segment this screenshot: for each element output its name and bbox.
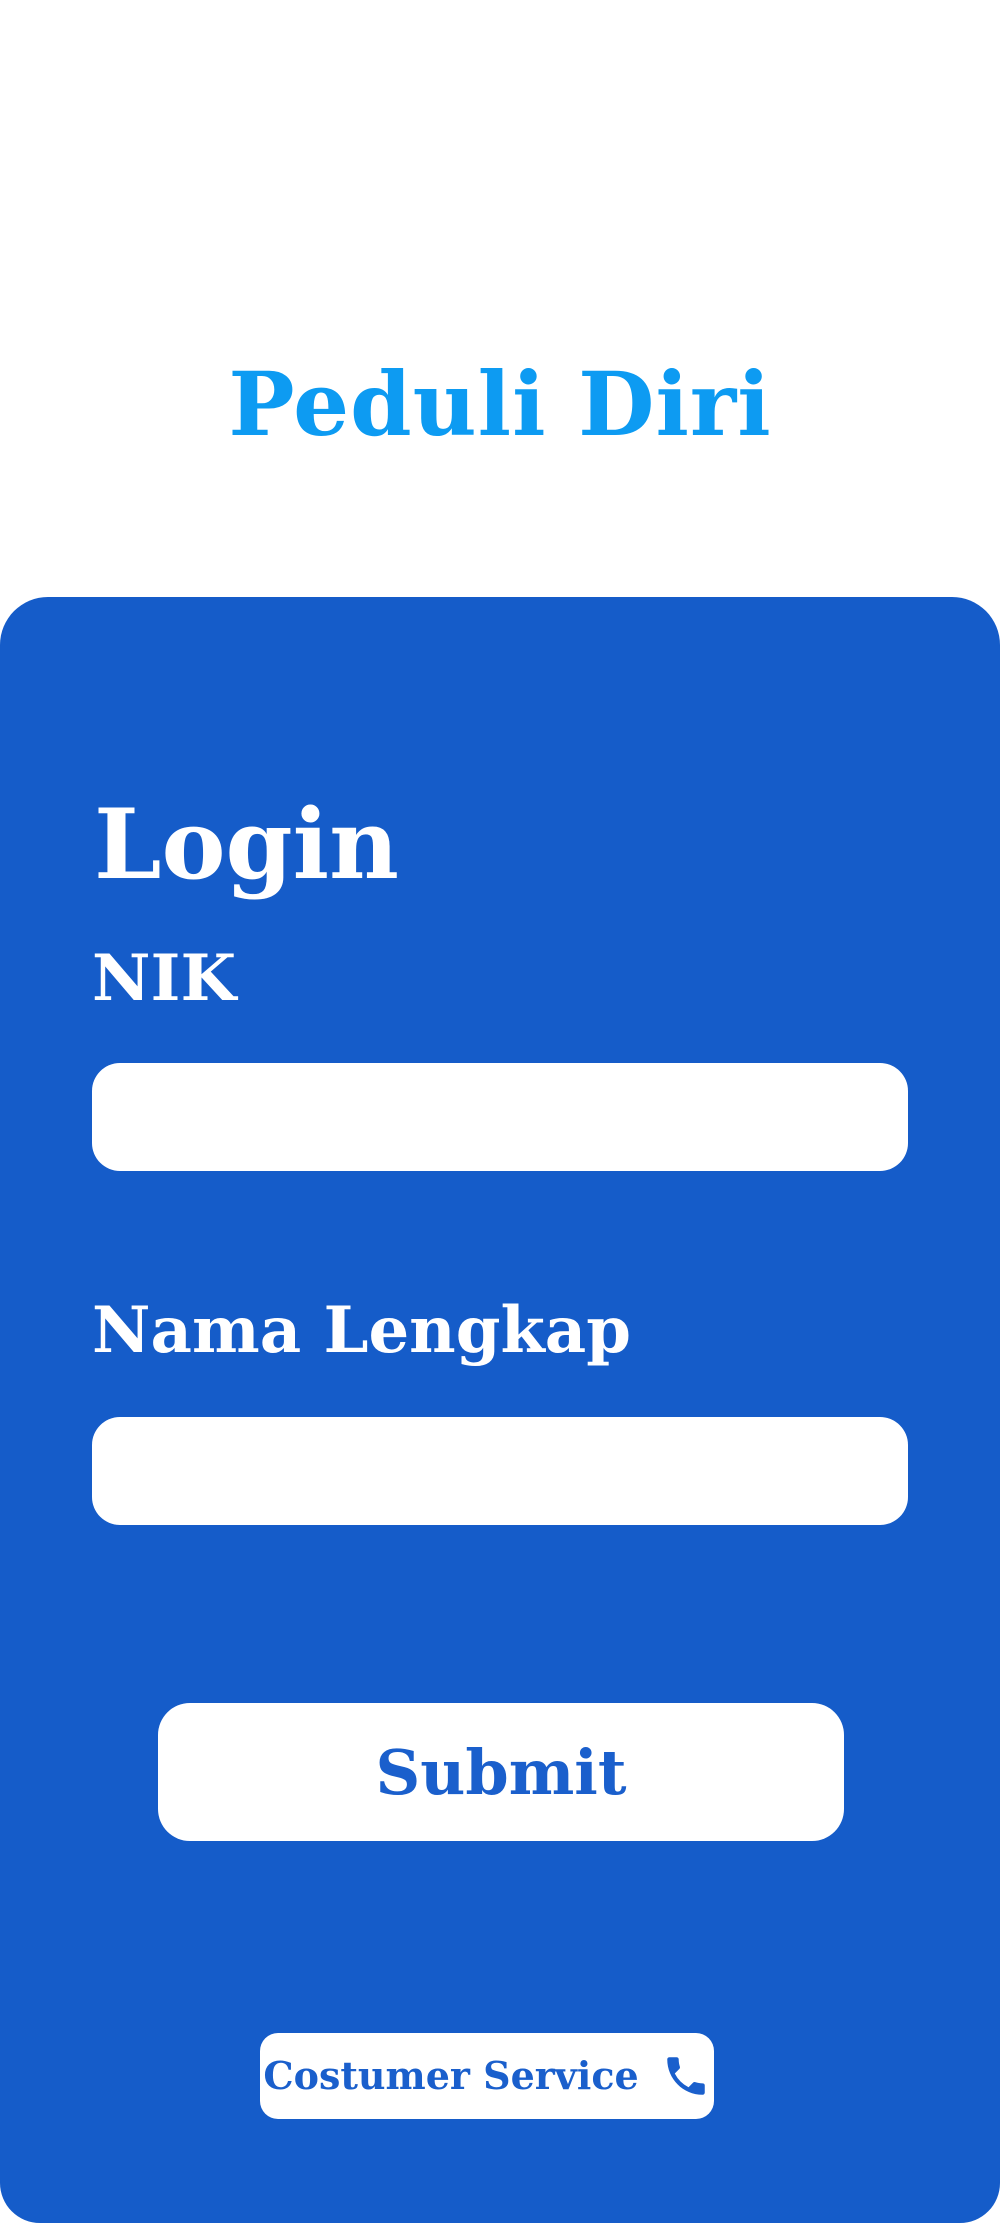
nik-input[interactable] — [92, 1063, 908, 1171]
login-heading: Login — [94, 787, 399, 901]
customer-service-label: Costumer Service — [263, 2053, 639, 2098]
nama-lengkap-label: Nama Lengkap — [92, 1293, 631, 1368]
login-card: Login NIK Nama Lengkap Submit Costumer S… — [0, 597, 1000, 2223]
nama-lengkap-input[interactable] — [92, 1417, 908, 1525]
nik-label: NIK — [92, 941, 237, 1016]
submit-button[interactable]: Submit — [158, 1703, 844, 1841]
phone-icon — [661, 2051, 711, 2101]
app-title: Peduli Diri — [228, 351, 772, 456]
customer-service-button[interactable]: Costumer Service — [260, 2033, 714, 2119]
